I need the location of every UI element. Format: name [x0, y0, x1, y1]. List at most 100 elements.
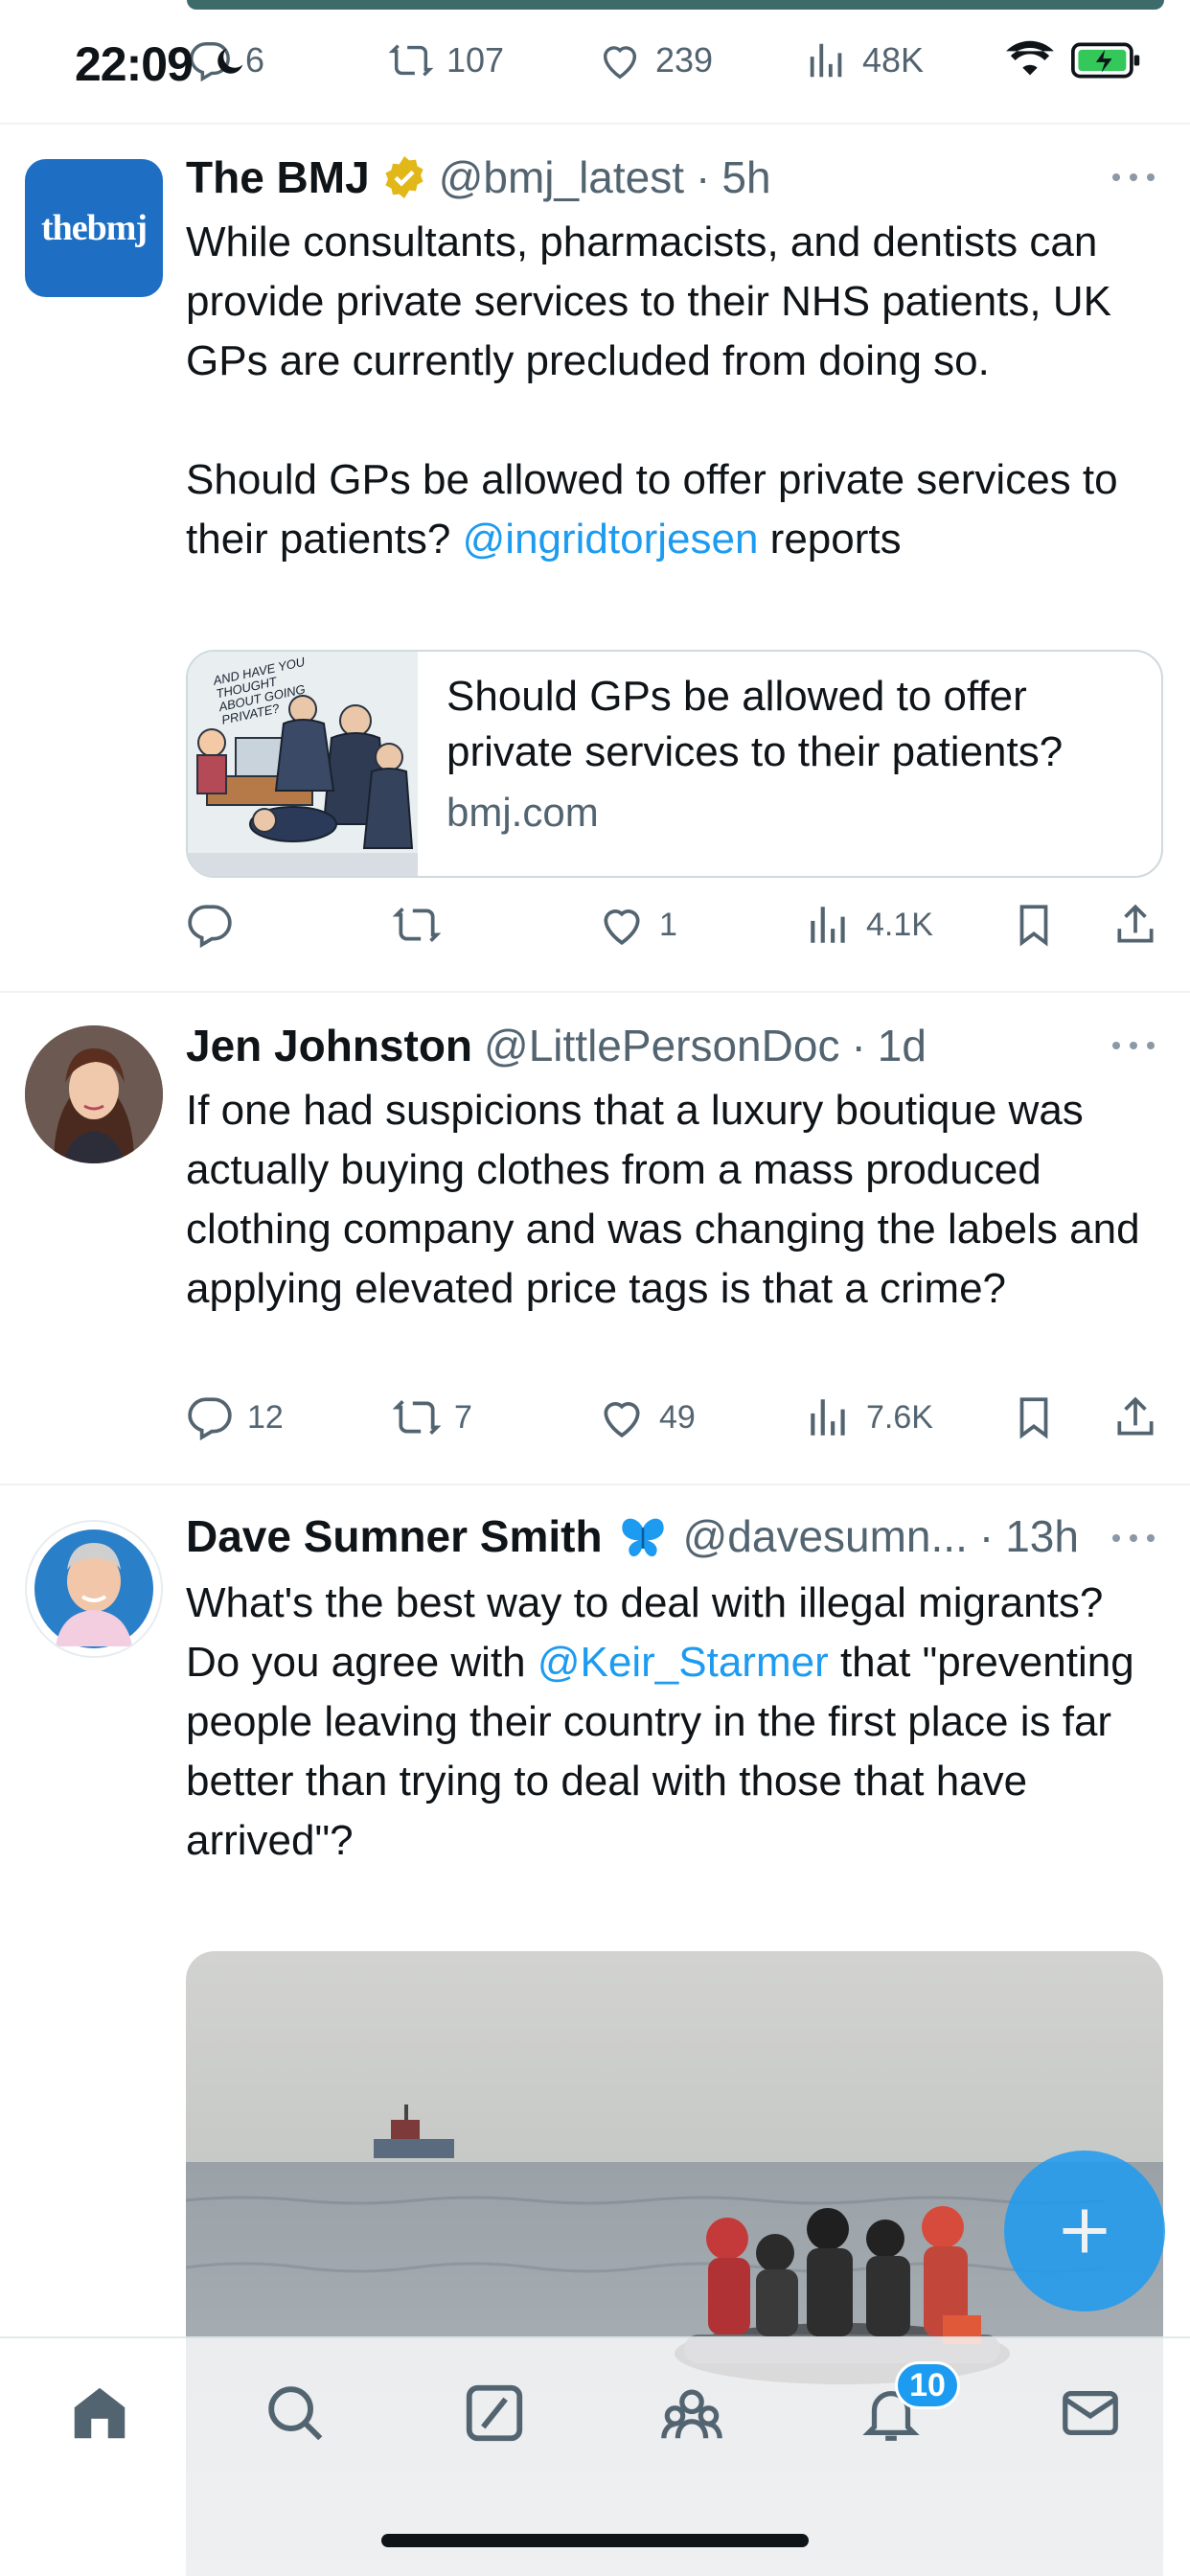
author-name[interactable]: The BMJ: [186, 151, 370, 203]
more-options-icon[interactable]: [1110, 1531, 1157, 1545]
more-options-icon[interactable]: [1110, 171, 1157, 184]
tweet-time: 1d: [877, 1021, 927, 1070]
focus-moon-icon: [217, 48, 243, 74]
like-button[interactable]: 49: [598, 1393, 696, 1441]
plus-icon: [1063, 2209, 1107, 2253]
author-handle[interactable]: @bmj_latest: [439, 151, 684, 203]
verified-gold-badge-icon: [385, 156, 423, 198]
butterfly-icon: [621, 1518, 664, 1557]
tweet-header: The BMJ @bmj_latest · 5h: [186, 151, 771, 203]
more-options-icon[interactable]: [1110, 1039, 1157, 1052]
views-count: 4.1K: [866, 906, 933, 943]
views-button[interactable]: 7.6K: [805, 1393, 933, 1441]
tweet-text: If one had suspicions that a luxury bout…: [186, 1087, 1152, 1312]
status-icons: [1002, 38, 1142, 82]
nav-communities[interactable]: [653, 2375, 730, 2451]
avatar-photo: [25, 1025, 163, 1163]
author-handle[interactable]: @LittlePersonDoc: [484, 1020, 839, 1071]
like-button[interactable]: 239: [598, 38, 713, 82]
link-card[interactable]: AND HAVE YOU THOUGHT ABOUT GOING PRIVATE…: [186, 650, 1163, 878]
status-time: 22:09: [75, 37, 194, 91]
separator-dot: ·: [696, 152, 711, 202]
retweet-button[interactable]: 107: [389, 38, 504, 82]
tweet-text-part: reports: [758, 516, 902, 563]
reply-count: 12: [247, 1398, 284, 1436]
share-button[interactable]: [1111, 901, 1159, 949]
card-title: Should GPs be allowed to offer private s…: [446, 673, 1064, 775]
retweet-button[interactable]: 7: [393, 1393, 472, 1441]
like-count: 1: [659, 906, 677, 943]
retweet-button[interactable]: [393, 901, 454, 949]
reply-button[interactable]: 12: [186, 1393, 284, 1441]
author-name[interactable]: Dave Sumner Smith: [186, 1510, 603, 1562]
avatar[interactable]: [25, 1025, 163, 1163]
tweet-bmj[interactable]: thebmj The BMJ @bmj_latest · 5h While co…: [0, 125, 1190, 987]
tweet-text: What's the best way to deal with illegal…: [186, 1574, 1154, 1871]
search-icon: [268, 2386, 323, 2441]
tweet-time: 5h: [721, 152, 771, 202]
retweet-count: 7: [454, 1398, 472, 1436]
retweet-icon: [393, 1400, 441, 1435]
reply-button[interactable]: [186, 901, 247, 949]
heart-icon: [604, 1402, 640, 1438]
home-icon: [74, 2387, 126, 2439]
views-button[interactable]: 48K: [805, 38, 924, 82]
tweet-time: 13h: [1005, 1511, 1079, 1561]
tweet-actions: 1 4.1K: [0, 901, 1190, 958]
bmj-logo: thebmj: [40, 208, 148, 248]
author-handle[interactable]: @davesumn...: [683, 1510, 968, 1562]
tweet-jen-johnston[interactable]: Jen Johnston @LittlePersonDoc · 1d If on…: [0, 993, 1190, 1484]
tweet-header: Dave Sumner Smith @davesumn... · 13h: [186, 1510, 1079, 1562]
views-button[interactable]: 4.1K: [805, 901, 933, 949]
retweet-count: 107: [446, 40, 505, 80]
views-count: 48K: [862, 40, 925, 80]
share-button[interactable]: [1111, 1393, 1159, 1441]
status-bar: 6 107 239 48K 22:09: [0, 0, 1190, 125]
bookmark-button[interactable]: [1010, 1393, 1058, 1441]
reply-icon: [188, 1397, 232, 1441]
communities-icon: [661, 2389, 722, 2439]
mail-icon: [1063, 2390, 1118, 2436]
tweet-text-part: While consultants, pharmacists, and dent…: [186, 218, 1118, 563]
like-count: 49: [659, 1398, 696, 1436]
avatar[interactable]: thebmj: [25, 159, 163, 297]
like-count: 239: [655, 40, 714, 80]
nav-messages[interactable]: [1052, 2375, 1129, 2451]
card-thumbnail: AND HAVE YOU THOUGHT ABOUT GOING PRIVATE…: [188, 652, 418, 876]
home-indicator: [381, 2534, 809, 2547]
views-icon: [811, 907, 845, 943]
like-button[interactable]: 1: [598, 901, 677, 949]
wifi-icon: [1006, 40, 1054, 76]
compose-fab[interactable]: [1004, 2150, 1165, 2312]
heart-icon: [603, 46, 637, 80]
nav-search[interactable]: [257, 2375, 333, 2451]
views-icon: [810, 43, 842, 78]
previous-tweet-media-edge: [187, 0, 1164, 10]
nav-grok[interactable]: [456, 2375, 533, 2451]
avatar-photo: [34, 1530, 153, 1648]
author-name[interactable]: Jen Johnston: [186, 1020, 472, 1071]
avatar[interactable]: [25, 1520, 163, 1658]
tweet-header: Jen Johnston @LittlePersonDoc · 1d: [186, 1020, 927, 1071]
share-icon: [1117, 904, 1154, 943]
nav-home[interactable]: [61, 2375, 138, 2451]
separator-dot: ·: [851, 1021, 866, 1070]
bookmark-icon: [1019, 905, 1048, 947]
tweet-actions: 12 7 49 7.6K: [0, 1393, 1190, 1451]
tweet-text: While consultants, pharmacists, and dent…: [186, 213, 1154, 569]
views-icon: [811, 1399, 845, 1436]
bookmark-button[interactable]: [1010, 901, 1058, 949]
card-body: Should GPs be allowed to offer private s…: [418, 652, 1161, 876]
card-domain: bmj.com: [446, 790, 599, 835]
share-icon: [1117, 1396, 1154, 1436]
mention-link[interactable]: @ingridtorjesen: [463, 516, 759, 563]
grok-icon: [466, 2384, 523, 2442]
heart-icon: [604, 909, 640, 945]
separator-dot: ·: [978, 1511, 995, 1561]
reply-icon: [188, 905, 232, 949]
views-count: 7.6K: [866, 1398, 933, 1436]
bookmark-icon: [1019, 1397, 1048, 1439]
battery-icon: [1071, 42, 1140, 79]
mention-link[interactable]: @Keir_Starmer: [538, 1639, 829, 1686]
retweet-icon: [393, 908, 441, 942]
